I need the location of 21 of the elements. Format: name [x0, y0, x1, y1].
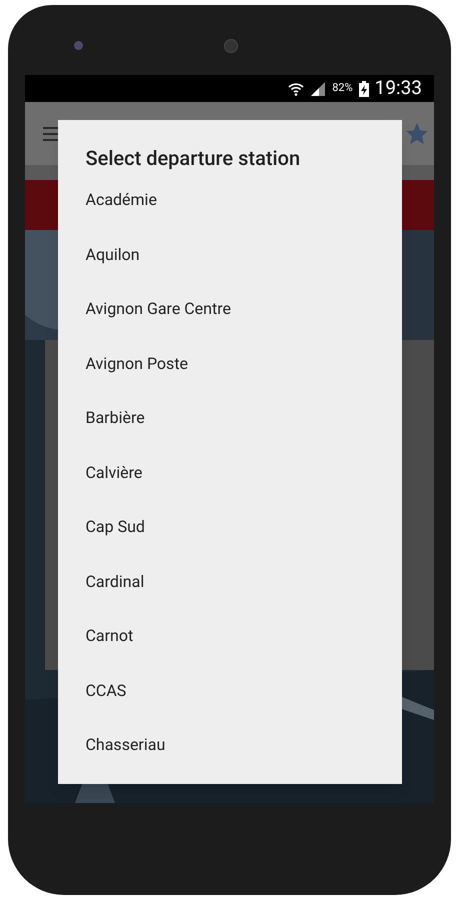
star-icon [406, 123, 428, 144]
station-option[interactable]: Cap Sud [86, 515, 402, 570]
station-option[interactable]: CCAS [86, 678, 402, 733]
station-option[interactable]: Aquilon [86, 242, 402, 297]
station-option[interactable]: Cardinal [86, 570, 402, 624]
station-option[interactable]: Avignon Poste [86, 352, 402, 406]
station-option[interactable]: Calvière [86, 460, 402, 515]
station-option[interactable]: Carnot [86, 624, 402, 678]
camera-icon [74, 41, 83, 50]
wifi-icon [288, 80, 304, 96]
dialog-title: Select departure station [86, 145, 302, 172]
clock: 19:33 [374, 75, 422, 102]
station-option[interactable]: Chasseriau [86, 733, 402, 788]
station-option[interactable]: Avignon Gare Centre [86, 297, 402, 352]
station-option[interactable]: Académie [86, 188, 402, 242]
signal-icon [310, 80, 326, 96]
battery-percent: 82% [332, 80, 353, 96]
station-option[interactable]: Barbière [86, 406, 402, 460]
menu-icon [43, 126, 61, 140]
sensor-icon [224, 39, 238, 53]
battery-charging-icon [358, 80, 369, 96]
